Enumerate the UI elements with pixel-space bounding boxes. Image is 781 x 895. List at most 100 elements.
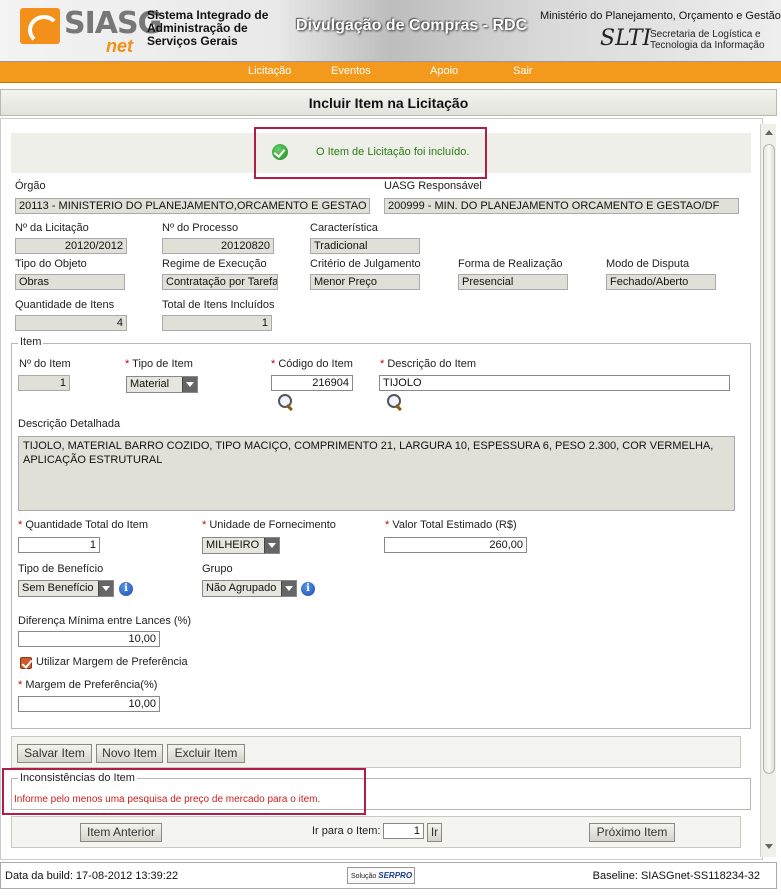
unidade-select[interactable]: MILHEIRO [202, 537, 280, 554]
grupo-select[interactable]: Não Agrupado [202, 580, 297, 597]
logo-sub: net [106, 36, 133, 56]
serpro-logo: Solução SERPRO [347, 867, 415, 884]
beneficio-label: Tipo de Benefício [18, 563, 104, 575]
scroll-up-arrow-icon[interactable] [762, 126, 776, 140]
grupo-value: Não Agrupado [206, 582, 277, 594]
siasg-logo: SIASG net [20, 6, 162, 56]
tipo-item-value: Material [130, 378, 170, 390]
build-date: Data da build: 17-08-2012 13:39:22 [5, 870, 179, 882]
menu-licitacao[interactable]: Licitação [248, 65, 291, 77]
ministry-name: Ministério do Planejamento, Orçamento e … [540, 10, 781, 22]
page-title-bar: Incluir Item na Licitação [0, 89, 777, 116]
ir-para-input[interactable]: 1 [383, 823, 424, 839]
success-message: O Item de Licitação foi incluído. [316, 146, 470, 158]
check-icon [272, 144, 288, 160]
regime-label: Regime de Execução [162, 258, 267, 270]
item-fieldset [11, 343, 751, 729]
serpro-label: SERPRO [378, 871, 413, 880]
info-icon[interactable]: i [301, 582, 315, 596]
forma-label: Forma de Realização [458, 258, 563, 270]
uasg-label: UASG Responsável [384, 180, 482, 192]
inconsistencia-message: Informe pelo menos uma pesquisa de preço… [14, 794, 321, 805]
descricao-label: Descrição do Item [380, 358, 476, 370]
caracteristica-label: Característica [310, 222, 378, 234]
beneficio-select[interactable]: Sem Benefício [18, 580, 114, 597]
menu-sair[interactable]: Sair [513, 65, 533, 77]
chevron-down-icon [264, 538, 279, 553]
qtd-itens-field: 4 [15, 315, 127, 331]
menu-apoio[interactable]: Apoio [430, 65, 458, 77]
modo-field: Fechado/Aberto [606, 274, 716, 290]
margem-label: Margem de Preferência(%) [18, 679, 157, 691]
tipo-item-label: Tipo de Item [125, 358, 193, 370]
chevron-down-icon [182, 377, 197, 392]
system-name: Sistema Integrado de Administração de Se… [147, 8, 269, 48]
margem-input[interactable]: 10,00 [18, 696, 160, 712]
salvar-item-button[interactable]: Salvar Item [17, 744, 92, 763]
diferenca-input[interactable]: 10,00 [18, 631, 160, 647]
inconsistencias-legend: Inconsistências do Item [18, 772, 137, 784]
search-descricao-icon[interactable] [386, 393, 404, 411]
criterio-field: Menor Preço [310, 274, 420, 290]
grupo-label: Grupo [202, 563, 233, 575]
desc-detalhada-label: Descrição Detalhada [18, 418, 121, 430]
scroll-thumb[interactable] [763, 144, 775, 774]
excluir-item-button[interactable]: Excluir Item [167, 744, 245, 763]
uasg-field: 200999 - MIN. DO PLANEJAMENTO ORCAMENTO … [384, 198, 739, 214]
valor-label: Valor Total Estimado (R$) [385, 519, 516, 531]
proximo-item-button[interactable]: Próximo Item [589, 823, 675, 842]
ir-button[interactable]: Ir [427, 823, 442, 842]
item-legend: Item [18, 336, 44, 348]
chevron-down-icon [98, 581, 113, 596]
num-licitacao-field: 20120/2012 [15, 238, 127, 254]
banner-title: Divulgação de Compras - RDC [296, 17, 528, 34]
regime-field: Contratação por Tarefa [162, 274, 278, 290]
header-banner: SIASG net Sistema Integrado de Administr… [0, 0, 781, 62]
item-anterior-button[interactable]: Item Anterior [80, 823, 162, 842]
codigo-label: Código do Item [271, 358, 353, 370]
baseline: Baseline: SIASGnet-SS118234-32 [592, 870, 760, 882]
forma-field: Presencial [458, 274, 568, 290]
vertical-scrollbar[interactable] [760, 124, 776, 857]
num-item-label: Nº do Item [19, 358, 71, 370]
unidade-value: MILHEIRO [206, 539, 260, 551]
menu-eventos[interactable]: Eventos [331, 65, 371, 77]
total-incluidos-field: 1 [162, 315, 272, 331]
qtd-total-label: Quantidade Total do Item [18, 519, 148, 531]
margem-checkbox-label: Utilizar Margem de Preferência [36, 656, 188, 668]
info-icon[interactable]: i [119, 582, 133, 596]
slti-name: Secretaria de Logística e Tecnologia da … [650, 29, 765, 51]
siasg-logo-icon [20, 8, 60, 45]
ir-para-label: Ir para o Item: [312, 825, 381, 837]
codigo-input[interactable]: 216904 [271, 375, 353, 391]
chevron-down-icon [281, 581, 296, 596]
valor-input[interactable]: 260,00 [384, 537, 527, 553]
solucao-label: Solução [351, 873, 377, 880]
main-menu: Licitação Eventos Apoio Sair [0, 62, 781, 83]
descricao-input[interactable]: TIJOLO [379, 375, 730, 391]
tipo-item-select[interactable]: Material [126, 376, 198, 393]
desc-detalhada-field: TIJOLO, MATERIAL BARRO COZIDO, TIPO MACI… [18, 436, 735, 511]
tipo-objeto-field: Obras [15, 274, 125, 290]
num-processo-label: Nº do Processo [162, 222, 239, 234]
novo-item-button[interactable]: Novo Item [96, 744, 163, 763]
tipo-objeto-label: Tipo do Objeto [15, 258, 87, 270]
unidade-label: Unidade de Fornecimento [202, 519, 336, 531]
caracteristica-field: Tradicional [310, 238, 420, 254]
slti-logo: SLTI [600, 26, 652, 51]
beneficio-value: Sem Benefício [22, 582, 94, 594]
page-title: Incluir Item na Licitação [308, 95, 469, 111]
total-incluidos-label: Total de Itens Incluídos [162, 299, 275, 311]
num-processo-field: 20120820 [162, 238, 274, 254]
num-licitacao-label: Nº da Licitação [15, 222, 89, 234]
orgao-label: Órgão [15, 180, 46, 192]
qtd-total-input[interactable]: 1 [18, 537, 100, 553]
qtd-itens-label: Quantidade de Itens [15, 299, 115, 311]
orgao-field: 20113 - MINISTERIO DO PLANEJAMENTO,ORCAM… [15, 198, 370, 214]
scroll-down-arrow-icon[interactable] [762, 840, 776, 854]
search-codigo-icon[interactable] [277, 393, 295, 411]
margem-checkbox[interactable] [20, 657, 32, 669]
num-item-field: 1 [18, 375, 70, 391]
modo-label: Modo de Disputa [606, 258, 690, 270]
diferenca-label: Diferença Mínima entre Lances (%) [18, 615, 192, 627]
